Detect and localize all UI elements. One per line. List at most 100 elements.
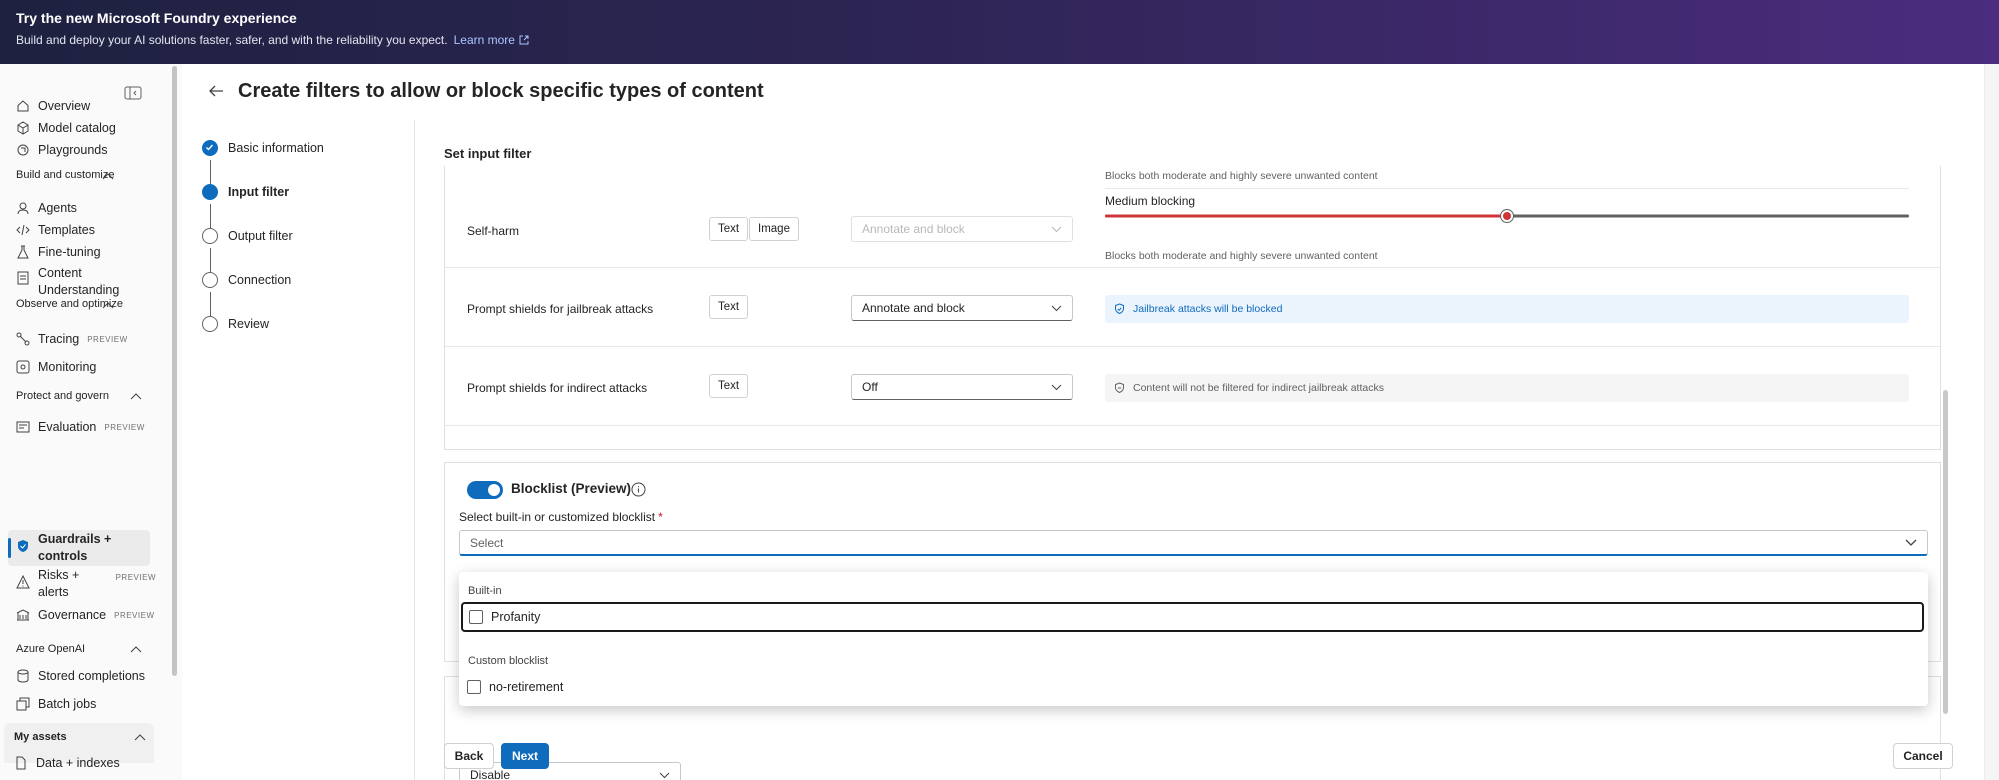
step-pending-icon xyxy=(202,272,218,288)
sidebar-scrollbar[interactable] xyxy=(172,66,177,676)
info-text: Jailbreak attacks will be blocked xyxy=(1133,303,1283,315)
section-observe-optimize[interactable]: Observe and optimize xyxy=(16,297,136,311)
section-title: Set input filter xyxy=(444,146,532,161)
step-connector xyxy=(210,248,211,272)
blocklist-select-label: Select built-in or customized blocklist * xyxy=(459,510,663,524)
slider-track-active xyxy=(1105,214,1507,218)
blocklist-select[interactable]: Select xyxy=(459,530,1928,556)
action-dropdown-self-harm[interactable]: Annotate and block xyxy=(851,216,1073,242)
sidebar-item-label: Overview xyxy=(38,98,91,113)
filter-name: Self-harm xyxy=(467,224,520,238)
sidebar-item-data-indexes[interactable]: Data + indexes xyxy=(14,752,154,774)
monitor-icon xyxy=(16,360,30,374)
checkbox[interactable] xyxy=(467,680,481,694)
section-label: Protect and govern xyxy=(16,390,109,402)
option-profanity[interactable]: Profanity xyxy=(461,602,1924,632)
sidebar-item-guardrails[interactable]: Guardrails + controls xyxy=(16,531,156,565)
checkbox[interactable] xyxy=(469,610,483,624)
filter-row-self-harm: Self-harm Text Image Annotate and block … xyxy=(445,190,1940,268)
required-marker: * xyxy=(658,510,663,524)
sidebar-item-label: Agents xyxy=(38,200,77,215)
modality-chip-text[interactable]: Text xyxy=(709,374,749,398)
dropdown-value: Annotate and block xyxy=(862,301,965,315)
building-icon xyxy=(16,609,30,621)
cancel-button[interactable]: Cancel xyxy=(1893,743,1953,769)
main-panel: Create filters to allow or block specifi… xyxy=(182,64,1999,780)
step-connector xyxy=(210,204,211,228)
sidebar-item-governance[interactable]: Governance PREVIEW xyxy=(16,604,156,626)
step-pending-icon xyxy=(202,228,218,244)
preview-badge: PREVIEW xyxy=(115,573,156,582)
sidebar-item-monitoring[interactable]: Monitoring xyxy=(16,356,156,378)
sidebar-item-agents[interactable]: Agents xyxy=(16,197,156,219)
dropdown-value: Off xyxy=(862,380,878,394)
sidebar-item-stored-completions[interactable]: Stored completions xyxy=(16,665,156,687)
back-button[interactable]: Back xyxy=(444,743,494,769)
batch-icon xyxy=(16,697,30,711)
jailbreak-info-box: Jailbreak attacks will be blocked xyxy=(1105,295,1909,323)
sidebar-item-playgrounds[interactable]: Playgrounds xyxy=(16,139,156,161)
sidebar-item-label: Content Understanding xyxy=(38,266,120,297)
content-scrollbar[interactable] xyxy=(1943,390,1948,714)
sidebar-item-label: Governance xyxy=(38,607,107,622)
blocklist-listbox: Built-in Profanity Custom blocklist no-r… xyxy=(459,572,1928,706)
sidebar-item-overview[interactable]: Overview xyxy=(16,95,156,117)
chevron-down-icon xyxy=(1051,305,1062,312)
home-icon xyxy=(17,100,29,112)
section-protect-govern[interactable]: Protect and govern xyxy=(16,389,142,403)
severity-slider[interactable] xyxy=(1105,208,1909,224)
sidebar-item-label: Evaluation xyxy=(38,419,97,434)
sidebar-item-content-understanding[interactable]: Content Understanding xyxy=(16,263,156,299)
step-output-filter[interactable]: Output filter xyxy=(202,226,293,246)
option-no-retirement[interactable]: no-retirement xyxy=(461,672,1924,702)
modality-chip-image[interactable]: Image xyxy=(749,217,799,241)
sidebar-item-fine-tuning[interactable]: Fine-tuning xyxy=(16,241,156,263)
sidebar-item-risks[interactable]: Risks + alerts PREVIEW xyxy=(16,567,156,601)
chevron-up-icon xyxy=(130,393,142,400)
section-label: Build and customize xyxy=(16,169,115,181)
shield-icon xyxy=(1115,382,1124,394)
step-input-filter[interactable]: Input filter xyxy=(202,182,289,202)
back-arrow-icon[interactable] xyxy=(208,84,224,98)
modality-chip-text[interactable]: Text xyxy=(709,295,749,319)
section-my-assets[interactable]: My assets xyxy=(14,730,146,744)
preview-badge: PREVIEW xyxy=(87,334,128,344)
sidebar-item-evaluation[interactable]: Evaluation PREVIEW xyxy=(16,416,156,438)
step-basic-information[interactable]: Basic information xyxy=(202,138,324,158)
promo-banner: Try the new Microsoft Foundry experience… xyxy=(0,0,1999,64)
filter-name: Prompt shields for jailbreak attacks xyxy=(467,302,654,316)
next-button[interactable]: Next xyxy=(501,743,549,769)
sidebar-item-batch-jobs[interactable]: Batch jobs xyxy=(16,693,156,715)
sidebar-item-label: Stored completions xyxy=(38,668,146,683)
step-label: Output filter xyxy=(228,229,293,243)
preview-badge: PREVIEW xyxy=(114,610,155,620)
filter-name: Prompt shields for indirect attacks xyxy=(467,381,648,395)
section-label: Azure OpenAI xyxy=(16,643,86,655)
slider-level-label: Medium blocking xyxy=(1105,194,1196,208)
chevron-up-icon xyxy=(102,302,114,309)
modality-chip-text[interactable]: Text xyxy=(709,217,749,241)
action-dropdown-jailbreak[interactable]: Annotate and block xyxy=(851,295,1073,321)
section-label: My assets xyxy=(14,731,67,743)
blocklist-toggle[interactable] xyxy=(467,481,503,499)
step-connection[interactable]: Connection xyxy=(202,270,291,290)
row-divider xyxy=(1105,188,1909,189)
sidebar-item-label: Guardrails + controls xyxy=(38,532,112,563)
sidebar-item-templates[interactable]: Templates xyxy=(16,219,156,241)
sidebar-item-tracing[interactable]: Tracing PREVIEW xyxy=(16,328,156,350)
info-text: Content will not be filtered for indirec… xyxy=(1133,382,1384,394)
action-dropdown-indirect[interactable]: Off xyxy=(851,374,1073,400)
step-active-icon xyxy=(202,184,218,200)
step-complete-icon xyxy=(202,140,218,156)
indirect-info-box: Content will not be filtered for indirec… xyxy=(1105,374,1909,402)
filter-row-jailbreak: Prompt shields for jailbreak attacks Tex… xyxy=(445,269,1940,347)
learn-more-link[interactable]: Learn more xyxy=(454,33,529,47)
banner-subtitle: Build and deploy your AI solutions faste… xyxy=(16,33,1983,47)
section-azure-openai[interactable]: Azure OpenAI xyxy=(16,642,142,656)
sidebar-item-model-catalog[interactable]: Model catalog xyxy=(16,117,156,139)
chevron-up-icon xyxy=(102,173,114,180)
step-review[interactable]: Review xyxy=(202,314,269,334)
dropdown-value: Disable xyxy=(470,768,511,780)
section-build-customize[interactable]: Build and customize xyxy=(16,168,136,182)
info-icon[interactable] xyxy=(631,482,646,497)
